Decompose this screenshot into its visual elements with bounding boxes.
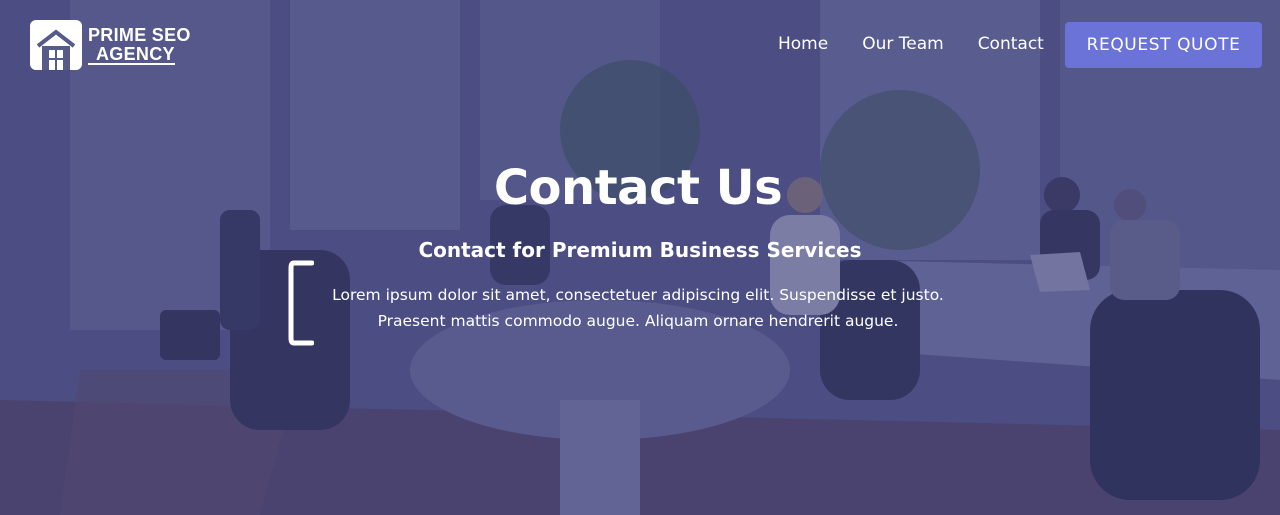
top-navbar: PRIME SEO AGENCY Home Our Team Contact R… [0, 0, 1280, 90]
hero-content: Contact Us Contact for Premium Business … [0, 160, 1280, 346]
nav-link-our-team[interactable]: Our Team [862, 34, 943, 54]
hero-section: PRIME SEO AGENCY Home Our Team Contact R… [0, 0, 1280, 515]
hero-subtitle: Contact for Premium Business Services [418, 238, 862, 262]
main-nav: Home Our Team Contact [778, 34, 1078, 54]
hero-description: Lorem ipsum dolor sit amet, consectetuer… [332, 286, 944, 330]
house-icon [30, 20, 82, 70]
nav-link-contact[interactable]: Contact [978, 34, 1044, 54]
description-block: Lorem ipsum dolor sit amet, consectetuer… [288, 260, 958, 346]
brand-name: PRIME SEO AGENCY [88, 24, 191, 65]
brand-line2: AGENCY [88, 45, 175, 65]
brand-logo[interactable]: PRIME SEO AGENCY [30, 20, 191, 70]
nav-link-home[interactable]: Home [778, 34, 828, 54]
request-quote-button[interactable]: REQUEST QUOTE [1065, 22, 1262, 68]
bracket-decoration-icon [288, 260, 314, 346]
brand-line1: PRIME SEO [88, 24, 191, 45]
page-title: Contact Us [493, 160, 783, 216]
